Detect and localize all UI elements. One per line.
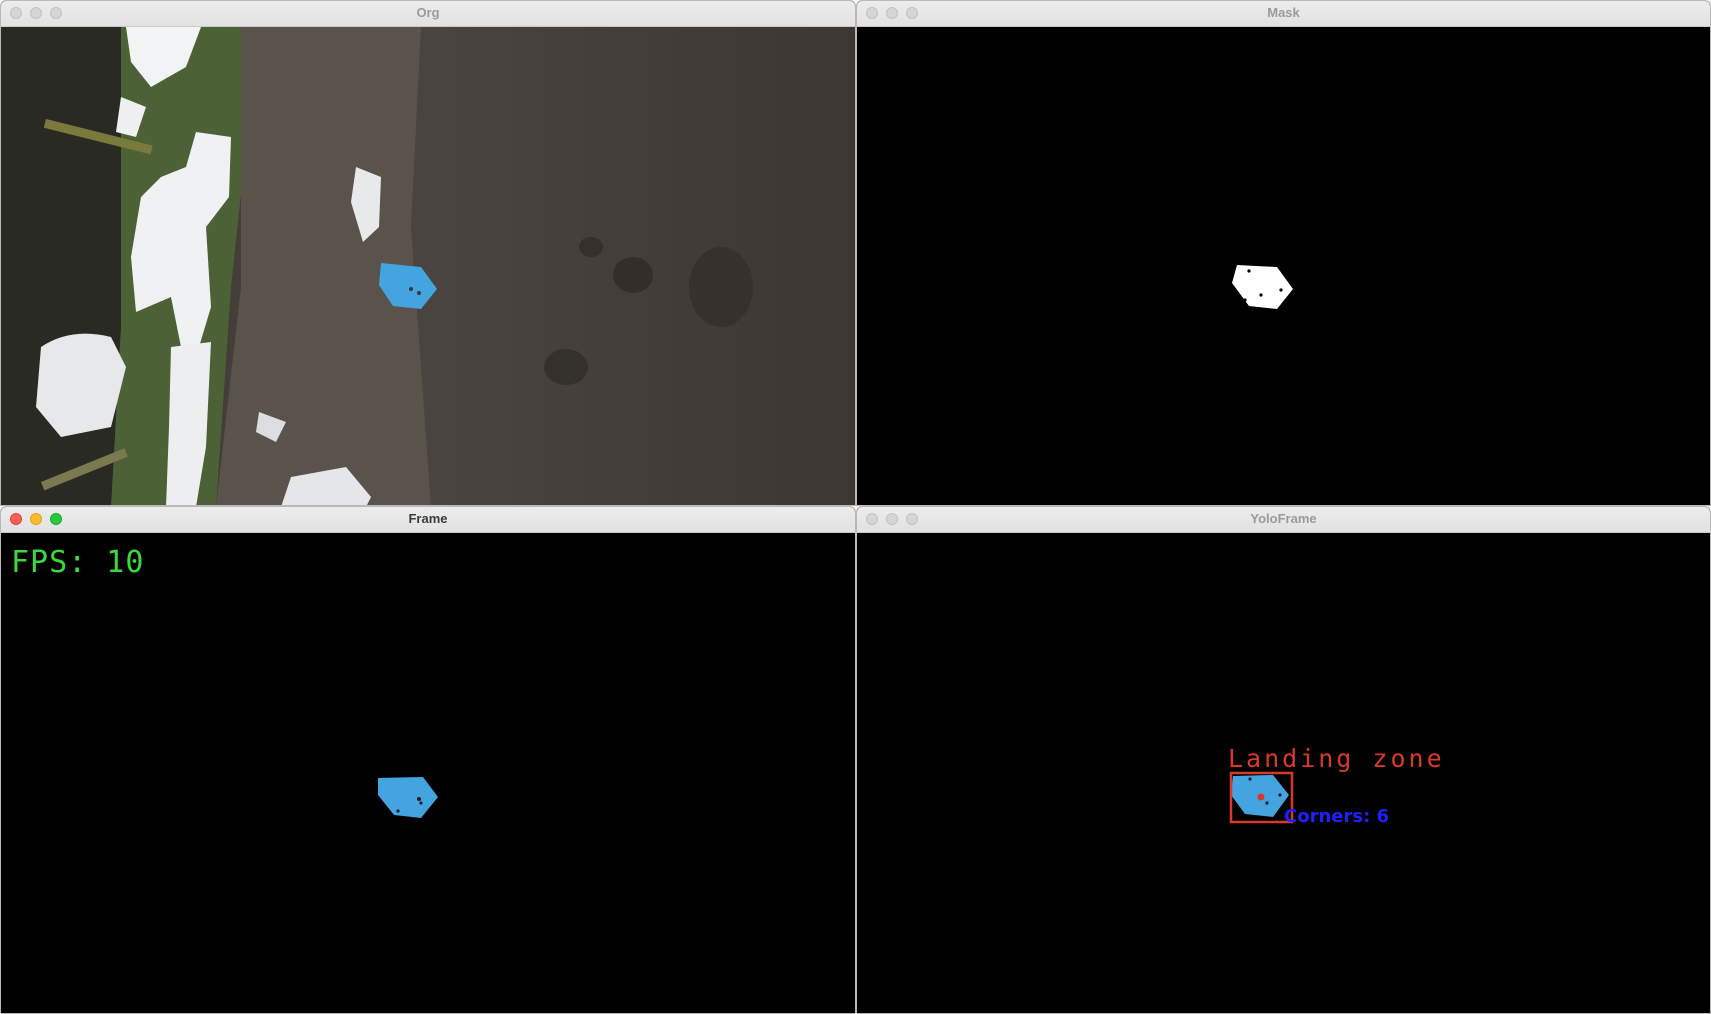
mask-canvas bbox=[1232, 265, 1293, 309]
frame-image: FPS: 10 bbox=[1, 533, 855, 1013]
frame-target bbox=[378, 777, 438, 818]
fps-counter: FPS: 10 bbox=[11, 545, 145, 580]
mask-window[interactable]: Mask bbox=[856, 0, 1711, 506]
yoloframe-image: Landing zone Corners: 6 bbox=[857, 533, 1710, 1013]
mask-window-title: Mask bbox=[1267, 5, 1300, 20]
org-titlebar[interactable]: Org bbox=[1, 1, 855, 27]
yoloframe-titlebar[interactable]: YoloFrame bbox=[857, 507, 1710, 533]
yoloframe-window[interactable]: YoloFrame Landing zone Corners: 6 bbox=[856, 506, 1711, 1014]
org-window-title: Org bbox=[416, 5, 440, 20]
detection-label: Landing zone bbox=[1228, 744, 1445, 773]
mask-titlebar[interactable]: Mask bbox=[857, 1, 1710, 27]
org-image bbox=[1, 27, 855, 505]
frame-canvas bbox=[378, 777, 438, 818]
mask-blob bbox=[1232, 265, 1293, 309]
frame-window[interactable]: Frame FPS: 10 bbox=[0, 506, 856, 1014]
mask-image bbox=[857, 27, 1710, 505]
corners-count-label: Corners: 6 bbox=[1284, 806, 1390, 827]
aerial-road-photo bbox=[1, 27, 855, 505]
yoloframe-window-title: YoloFrame bbox=[1250, 511, 1317, 526]
yolo-canvas bbox=[1229, 771, 1294, 824]
org-window[interactable]: Org bbox=[0, 0, 856, 506]
frame-window-title: Frame bbox=[408, 511, 448, 526]
detection-center-dot bbox=[1257, 793, 1265, 801]
frame-titlebar[interactable]: Frame bbox=[1, 507, 855, 533]
